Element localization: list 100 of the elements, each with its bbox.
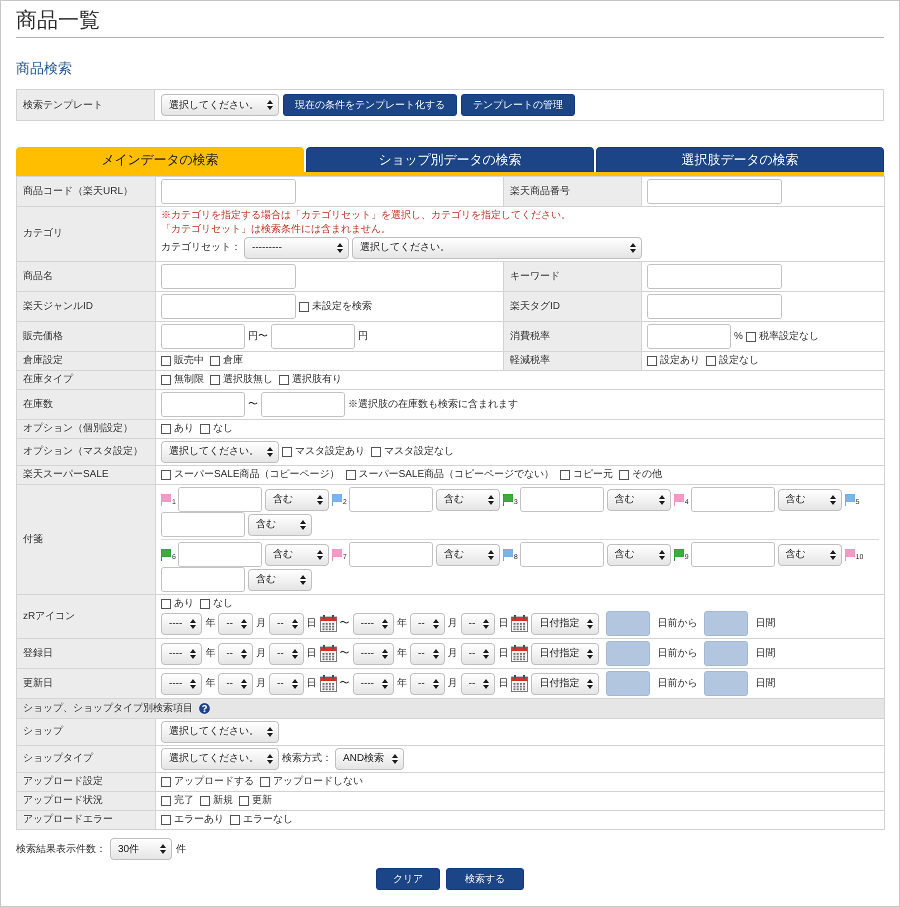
dropdown[interactable]: 日付指定 [531, 672, 600, 694]
dropdown[interactable]: -- [218, 672, 253, 694]
text-input[interactable] [161, 567, 245, 592]
checkbox-option[interactable]: なし [200, 597, 233, 611]
checkbox-option[interactable]: スーパーSALE商品（コピーページ） [161, 468, 340, 482]
text-input[interactable] [161, 179, 296, 204]
dropdown[interactable]: ---- [161, 672, 202, 694]
dropdown[interactable]: 含む [778, 544, 842, 566]
checkbox-option[interactable]: アップロードしない [260, 775, 363, 789]
checkbox-option[interactable]: 無制限 [161, 373, 204, 387]
checkbox-option[interactable]: マスタ設定なし [371, 445, 454, 459]
form-button[interactable]: 検索する [446, 868, 524, 890]
checkbox-option[interactable]: 倉庫 [210, 354, 243, 368]
dropdown[interactable]: -- [269, 642, 304, 664]
help-icon[interactable] [199, 703, 210, 714]
checkbox-option[interactable]: 完了 [161, 794, 194, 808]
text-input[interactable] [178, 542, 262, 567]
text-input[interactable] [348, 487, 433, 512]
dropdown[interactable]: 含む [264, 544, 329, 566]
dropdown[interactable]: ---- [352, 642, 394, 664]
template-button[interactable]: 現在の条件をテンプレート化する [283, 94, 457, 116]
template-button[interactable]: テンプレートの管理 [461, 94, 575, 116]
day-count-field[interactable] [704, 671, 748, 696]
text-input[interactable] [178, 487, 262, 512]
text-input[interactable] [161, 392, 245, 417]
text-input[interactable] [348, 542, 433, 567]
dropdown[interactable]: ---- [161, 642, 202, 664]
dropdown[interactable]: 日付指定 [531, 612, 600, 634]
dropdown[interactable]: -- [460, 612, 496, 634]
checkbox-option[interactable]: あり [161, 422, 194, 436]
text-input[interactable] [161, 512, 245, 537]
checkbox-option[interactable]: エラーなし [230, 813, 293, 827]
day-count-field[interactable] [606, 671, 650, 696]
dropdown[interactable]: 選択してください。 [161, 748, 279, 770]
dropdown[interactable]: 含む [248, 514, 312, 536]
text-input[interactable] [647, 294, 782, 319]
checkbox-option[interactable]: 未設定を検索 [299, 300, 372, 314]
checkbox-option[interactable]: その他 [619, 468, 662, 482]
dropdown[interactable]: 含む [436, 488, 500, 510]
checkbox-option[interactable]: 設定あり [647, 354, 700, 368]
dropdown[interactable]: 選択してください。 [161, 721, 279, 743]
text-input[interactable] [647, 264, 782, 289]
dropdown[interactable]: -- [410, 642, 445, 664]
text-input[interactable] [261, 392, 345, 417]
day-count-field[interactable] [704, 641, 748, 666]
checkbox-option[interactable]: 更新 [239, 794, 272, 808]
checkbox-option[interactable]: スーパーSALE商品（コピーページでない） [346, 468, 554, 482]
dropdown[interactable]: -- [410, 672, 445, 694]
checkbox-option[interactable]: 設定なし [706, 354, 759, 368]
checkbox-option[interactable]: 選択肢有り [279, 373, 342, 387]
checkbox-option[interactable]: 税率設定なし [746, 330, 819, 344]
day-count-field[interactable] [704, 611, 748, 636]
dropdown[interactable]: -- [460, 672, 496, 694]
search-tab[interactable]: 選択肢データの検索 [596, 147, 884, 172]
dropdown[interactable]: --------- [244, 237, 349, 259]
dropdown[interactable]: 選択してください。 [161, 94, 279, 116]
dropdown[interactable]: 含む [264, 488, 329, 510]
dropdown[interactable]: 選択してください。 [161, 441, 279, 463]
checkbox-option[interactable]: アップロードする [161, 775, 254, 789]
calendar-icon[interactable] [511, 645, 528, 662]
text-input[interactable] [271, 324, 355, 349]
dropdown[interactable]: -- [218, 612, 253, 634]
dropdown[interactable]: 含む [606, 544, 671, 566]
form-button[interactable]: クリア [376, 868, 440, 890]
checkbox-option[interactable]: 選択肢無し [210, 373, 273, 387]
dropdown[interactable]: 30件 [110, 838, 172, 860]
dropdown[interactable]: -- [410, 612, 445, 634]
dropdown[interactable]: AND検索 [335, 748, 404, 770]
dropdown[interactable]: -- [269, 612, 304, 634]
dropdown[interactable]: 含む [778, 488, 842, 510]
calendar-icon[interactable] [511, 615, 528, 632]
checkbox-option[interactable]: 販売中 [161, 354, 204, 368]
dropdown[interactable]: -- [269, 672, 304, 694]
text-input[interactable] [161, 264, 296, 289]
checkbox-option[interactable]: コピー元 [560, 468, 614, 482]
dropdown[interactable]: -- [218, 642, 253, 664]
dropdown[interactable]: ---- [161, 612, 202, 634]
dropdown[interactable]: 含む [248, 568, 312, 590]
dropdown[interactable]: ---- [352, 612, 394, 634]
text-input[interactable] [690, 487, 775, 512]
search-tab[interactable]: メインデータの検索 [16, 147, 304, 172]
dropdown[interactable]: 選択してください。 [352, 237, 642, 259]
text-input[interactable] [520, 542, 604, 567]
search-tab[interactable]: ショップ別データの検索 [306, 147, 594, 172]
text-input[interactable] [161, 324, 245, 349]
checkbox-option[interactable]: エラーあり [161, 813, 224, 827]
dropdown[interactable]: ---- [352, 672, 394, 694]
text-input[interactable] [161, 294, 296, 319]
day-count-field[interactable] [606, 611, 650, 636]
dropdown[interactable]: 日付指定 [531, 642, 600, 664]
dropdown[interactable]: -- [460, 642, 496, 664]
text-input[interactable] [520, 487, 604, 512]
calendar-icon[interactable] [511, 675, 528, 692]
text-input[interactable] [690, 542, 775, 567]
text-input[interactable] [647, 179, 782, 204]
checkbox-option[interactable]: なし [200, 422, 233, 436]
day-count-field[interactable] [606, 641, 650, 666]
calendar-icon[interactable] [320, 615, 337, 632]
checkbox-option[interactable]: マスタ設定あり [282, 445, 365, 459]
text-input[interactable] [647, 324, 731, 349]
